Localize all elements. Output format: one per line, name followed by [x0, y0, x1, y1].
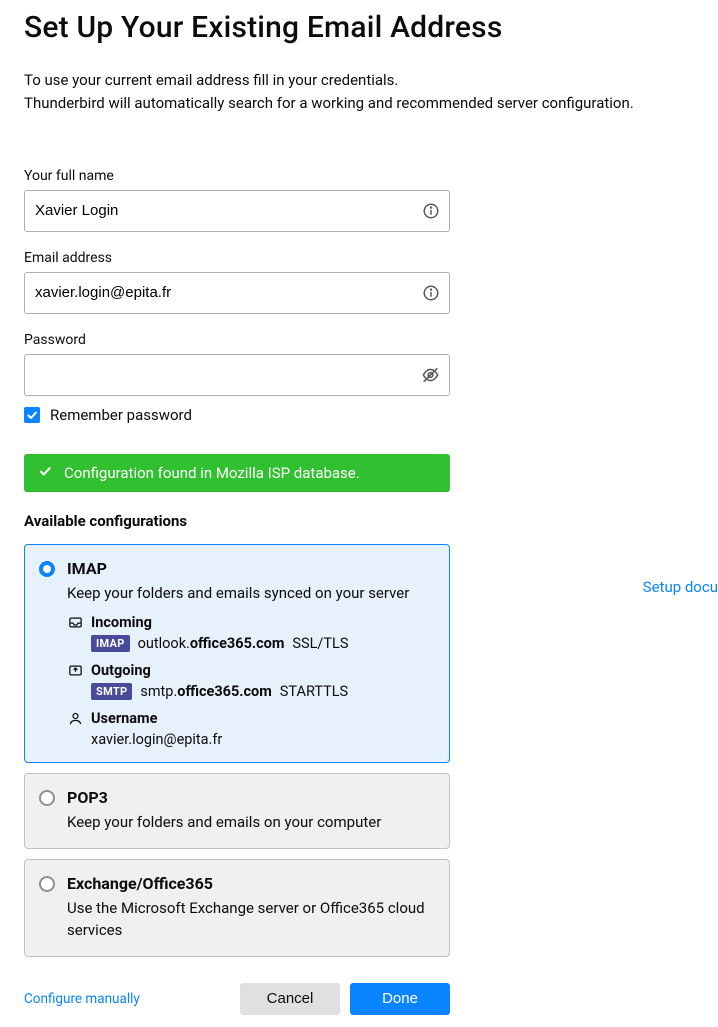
- incoming-label: Incoming: [91, 614, 152, 631]
- info-icon[interactable]: [422, 202, 440, 220]
- config-desc: Keep your folders and emails synced on y…: [67, 582, 435, 605]
- inbox-icon: [67, 615, 83, 630]
- user-icon: [67, 711, 83, 726]
- status-banner: Configuration found in Mozilla ISP datab…: [24, 454, 450, 492]
- username-label: Username: [91, 710, 157, 727]
- incoming-host: outlook.office365.com: [138, 635, 285, 652]
- intro-line-1: To use your current email address fill i…: [24, 69, 694, 92]
- radio-imap[interactable]: [39, 561, 55, 577]
- intro-text: To use your current email address fill i…: [24, 69, 694, 116]
- config-title: Exchange/Office365: [67, 874, 435, 893]
- smtp-badge: SMTP: [91, 683, 132, 700]
- config-title: IMAP: [67, 559, 435, 578]
- status-text: Configuration found in Mozilla ISP datab…: [64, 464, 360, 482]
- configure-manually-link[interactable]: Configure manually: [24, 991, 140, 1007]
- info-icon[interactable]: [422, 284, 440, 302]
- outbox-icon: [67, 663, 83, 678]
- radio-pop3[interactable]: [39, 790, 55, 806]
- config-desc: Use the Microsoft Exchange server or Off…: [67, 897, 435, 942]
- eye-off-icon[interactable]: [421, 365, 440, 384]
- config-option-imap[interactable]: IMAP Keep your folders and emails synced…: [24, 544, 450, 764]
- check-icon: [38, 464, 52, 482]
- username-value: xavier.login@epita.fr: [91, 731, 222, 748]
- full-name-input[interactable]: [24, 190, 450, 232]
- intro-line-2: Thunderbird will automatically search fo…: [24, 92, 694, 115]
- radio-exchange[interactable]: [39, 876, 55, 892]
- outgoing-security: STARTTLS: [280, 683, 348, 700]
- outgoing-label: Outgoing: [91, 662, 151, 679]
- email-label: Email address: [24, 250, 450, 266]
- full-name-label: Your full name: [24, 168, 450, 184]
- config-title: POP3: [67, 788, 435, 807]
- setup-documentation-link[interactable]: Setup docu: [643, 578, 718, 596]
- remember-password-label: Remember password: [50, 406, 192, 424]
- done-button[interactable]: Done: [350, 983, 450, 1015]
- available-configurations-label: Available configurations: [24, 512, 694, 530]
- imap-badge: IMAP: [91, 635, 130, 652]
- password-input[interactable]: [24, 354, 450, 396]
- remember-password-checkbox[interactable]: [24, 407, 40, 423]
- config-desc: Keep your folders and emails on your com…: [67, 811, 435, 834]
- config-option-exchange[interactable]: Exchange/Office365 Use the Microsoft Exc…: [24, 859, 450, 957]
- config-option-pop3[interactable]: POP3 Keep your folders and emails on you…: [24, 773, 450, 849]
- incoming-security: SSL/TLS: [292, 635, 348, 652]
- cancel-button[interactable]: Cancel: [240, 983, 340, 1015]
- outgoing-host: smtp.office365.com: [140, 683, 271, 700]
- page-title: Set Up Your Existing Email Address: [24, 10, 694, 45]
- password-label: Password: [24, 332, 450, 348]
- email-input[interactable]: [24, 272, 450, 314]
